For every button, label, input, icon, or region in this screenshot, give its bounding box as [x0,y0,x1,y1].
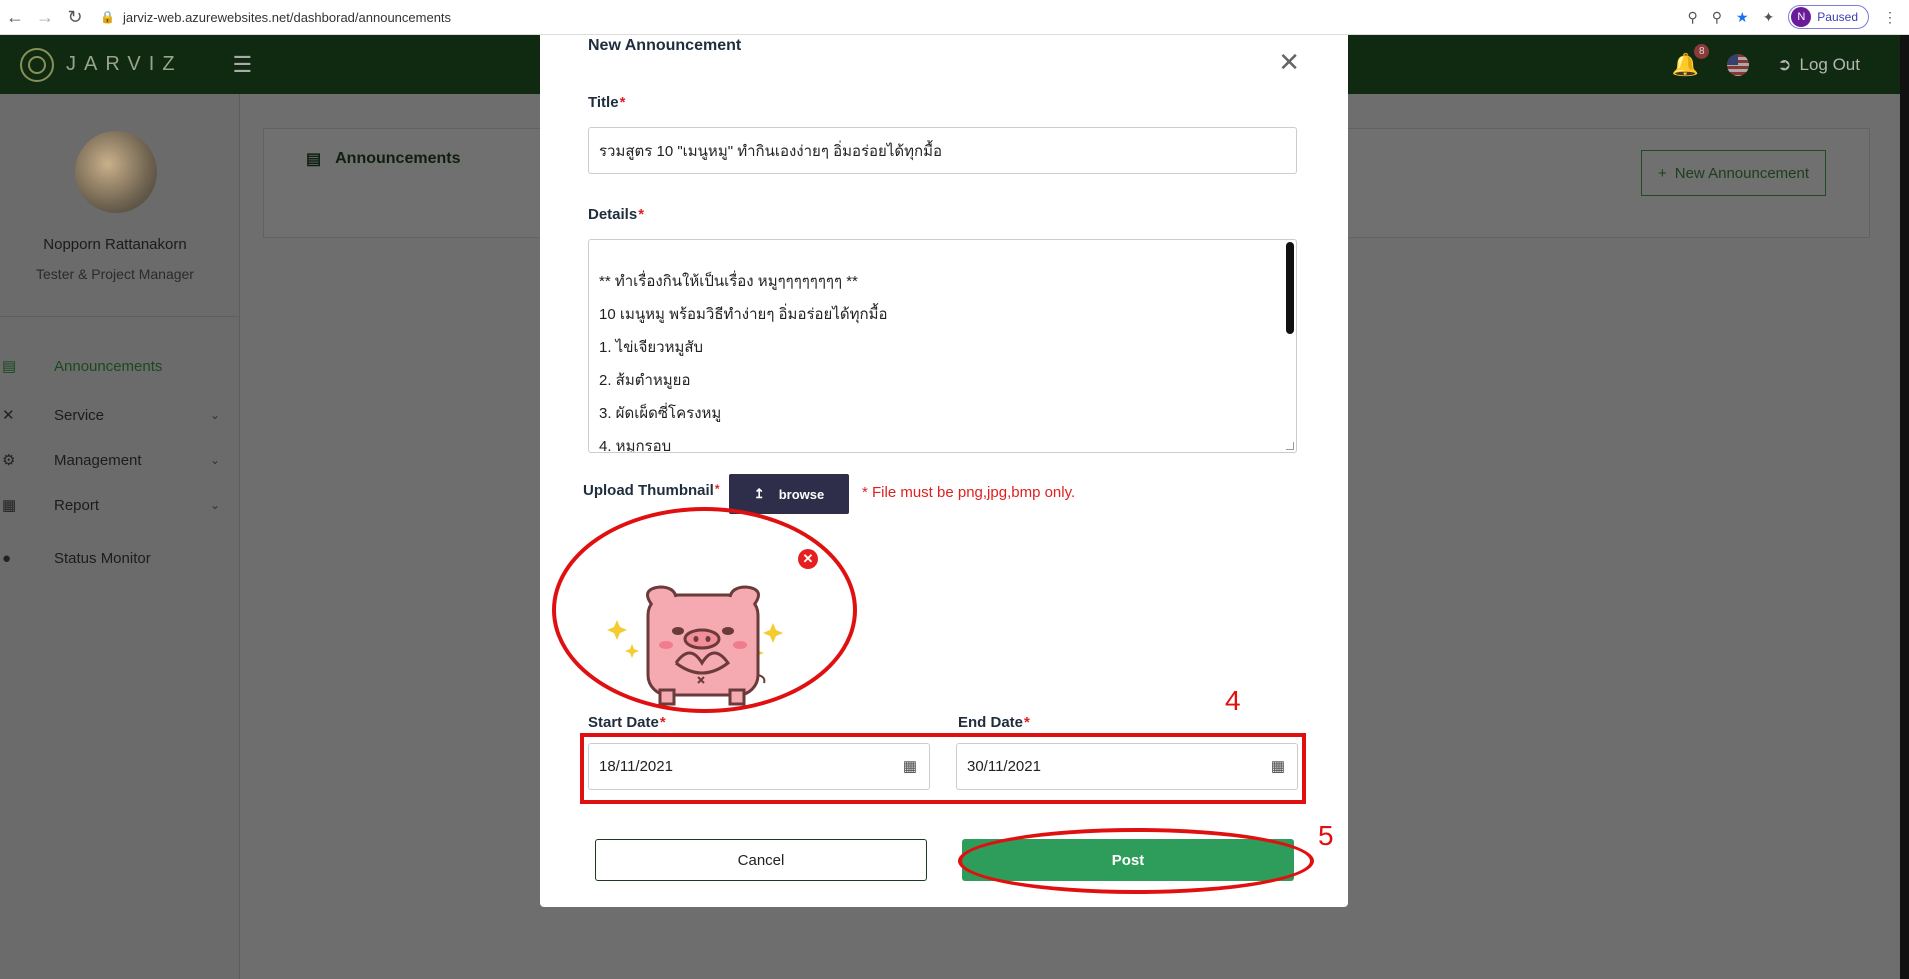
sidebar-item-label: Service [54,406,105,424]
profile-button[interactable]: N Paused [1788,5,1869,29]
sidebar-item-label: Announcements [54,357,163,375]
list-icon: ▤ [2,358,17,375]
list-icon: ▤ [306,151,322,168]
logo[interactable]: JARVIZ [20,47,183,82]
lock-icon: 🔒 [100,10,115,24]
tools-icon: ✕ [2,407,15,424]
page-title: ▤ Announcements [306,149,460,169]
sidebar-item-management[interactable]: ⚙ Management ⌄ [0,445,230,475]
sidebar-item-announcements[interactable]: ▤ Announcements [0,351,230,381]
start-date-value: 18/11/2021 [599,758,673,775]
sidebar-item-report[interactable]: ▦ Report ⌄ [0,490,230,520]
sidebar-item-label: Report [54,496,100,514]
key-icon[interactable]: ⚲ [1687,9,1697,26]
chevron-down-icon: ⌄ [209,408,220,422]
details-line: 2. ส้มตำหมูยอ [599,372,691,389]
logout-label: Log Out [1799,54,1861,74]
details-textarea[interactable]: ** ทำเรื่องกินให้เป็นเรื่อง หมูๆๆๆๆๆๆๆๆ … [588,239,1297,453]
thumbnail-image [607,585,783,706]
start-date-label: Start Date* [588,714,666,731]
zoom-icon[interactable]: ⚲ [1712,9,1722,26]
end-date-input[interactable]: 30/11/2021 ▦ [956,743,1298,790]
back-icon[interactable]: ← [0,2,30,32]
reload-icon[interactable]: ↻ [60,2,90,32]
url-text: jarviz-web.azurewebsites.net/dashborad/a… [122,9,452,25]
user-name: Nopporn Rattanakorn [43,236,187,253]
details-line: 4. หมูกรอบ [599,438,672,453]
sidebar-divider [0,316,240,317]
close-icon[interactable]: ✕ [1278,49,1300,75]
logo-icon [20,47,54,82]
profile-avatar: N [1791,7,1812,27]
calendar-icon[interactable]: ▦ [903,757,917,775]
address-bar[interactable]: 🔒 jarviz-web.azurewebsites.net/dashborad… [100,4,451,30]
modal-title: New Announcement [588,37,742,54]
avatar [75,131,157,213]
upload-icon: ↥ [753,486,765,501]
page-title-text: Announcements [335,150,461,167]
page-scrollbar[interactable] [1900,35,1909,979]
remove-thumbnail-icon[interactable]: ✕ [798,549,818,569]
location-pin-icon: ● [2,549,12,567]
logout-button[interactable]: ➲ Log Out [1777,55,1860,75]
notification-badge: 8 [1694,43,1710,59]
annotation-step-4: 4 [1225,685,1241,716]
extensions-icon[interactable]: ✦ [1763,9,1775,26]
title-label: Title* [588,94,626,111]
report-icon: ▦ [2,497,17,514]
us-flag-icon[interactable] [1727,53,1750,76]
forward-icon[interactable]: → [30,2,60,32]
sidebar: Nopporn Rattanakorn Tester & Project Man… [0,94,240,979]
browser-toolbar: ← → ↻ 🔒 jarviz-web.azurewebsites.net/das… [0,0,1909,35]
plus-icon: + [1657,164,1667,182]
upload-thumbnail-label: Upload Thumbnail* [583,482,720,499]
profile-status: Paused [1817,10,1858,24]
user-role: Tester & Project Manager [36,266,194,282]
details-line: 10 เมนูหมู พร้อมวิธีทำง่ายๆ อิ่มอร่อยได้… [599,306,888,323]
hamburger-menu-icon[interactable]: ☰ [233,52,253,78]
new-announcement-label: New Announcement [1674,164,1810,182]
start-date-input[interactable]: 18/11/2021 ▦ [588,743,930,790]
annotation-step-5: 5 [1318,820,1334,851]
star-icon[interactable]: ★ [1736,9,1749,26]
resize-handle[interactable] [1286,442,1294,450]
details-label: Details* [588,206,645,223]
logo-text: JARVIZ [66,53,183,75]
details-scrollbar[interactable] [1286,242,1294,334]
file-type-note: * File must be png,jpg,bmp only. [862,484,1076,501]
chevron-down-icon: ⌄ [209,498,220,512]
post-button[interactable]: Post [962,839,1294,881]
details-line: 1. ไข่เจียวหมูสับ [599,339,704,356]
chevron-down-icon: ⌄ [209,453,220,467]
end-date-value: 30/11/2021 [967,758,1041,775]
title-input[interactable] [588,127,1297,174]
calendar-icon[interactable]: ▦ [1271,757,1285,775]
more-menu-icon[interactable]: ⋮ [1883,9,1897,26]
logout-icon: ➲ [1777,54,1792,74]
sidebar-item-service[interactable]: ✕ Service ⌄ [0,400,230,430]
browse-button[interactable]: ↥ browse [729,474,849,514]
sidebar-item-status-monitor[interactable]: ● Status Monitor [0,543,230,573]
sidebar-item-label: Status Monitor [54,549,151,567]
cancel-button[interactable]: Cancel [595,839,927,881]
gear-icon: ⚙ [2,452,16,469]
details-line: 3. ผัดเผ็ดซี่โครงหมู [599,405,722,422]
new-announcement-modal: New Announcement ✕ Title* Details* ** ทำ… [540,35,1348,907]
new-announcement-button[interactable]: + New Announcement [1641,150,1826,196]
sidebar-item-label: Management [54,451,142,469]
end-date-label: End Date* [958,714,1030,731]
browse-label: browse [778,486,825,502]
notification-bell-icon[interactable]: 🔔 8 [1672,43,1710,78]
details-line: ** ทำเรื่องกินให้เป็นเรื่อง หมูๆๆๆๆๆๆๆๆ … [599,273,858,290]
